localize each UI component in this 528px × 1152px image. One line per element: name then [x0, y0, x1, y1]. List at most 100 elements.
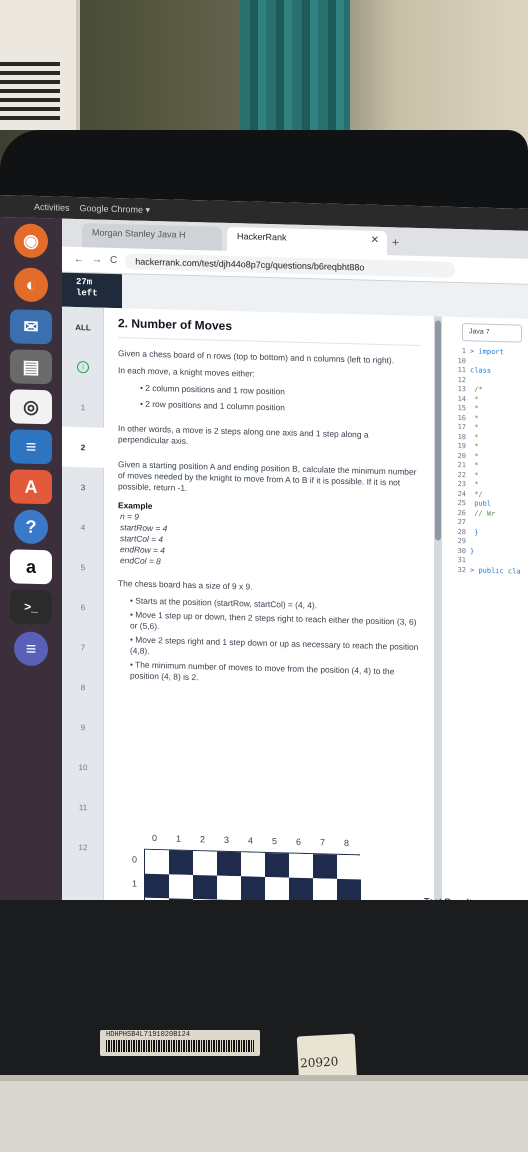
tab-morgan-stanley[interactable]: Morgan Stanley Java H — [82, 223, 222, 251]
code-text: * — [470, 423, 479, 432]
problem-statement: 2. Number of Moves Given a chess board o… — [104, 307, 434, 924]
column-label: 7 — [320, 837, 326, 848]
chrome-icon[interactable]: ◉ — [14, 223, 48, 259]
firefox-icon[interactable]: ◐ — [14, 267, 48, 303]
board-square — [193, 875, 217, 900]
board-square — [145, 873, 169, 899]
code-text: // Wr — [470, 508, 496, 518]
line-number: 32 — [457, 565, 466, 574]
question-nav-6[interactable]: 6 — [62, 587, 104, 628]
info-icon: i — [77, 361, 89, 374]
code-text: > import — [470, 347, 504, 357]
row-label: 1 — [132, 878, 138, 889]
writer-icon[interactable]: ≡ — [10, 429, 52, 465]
column-label: 6 — [296, 836, 302, 847]
software-center-icon[interactable]: A — [10, 469, 52, 505]
url-field[interactable]: hackerrank.com/test/djh44o8p7cg/question… — [125, 252, 456, 278]
board-square — [241, 852, 265, 877]
code-text: publ — [470, 499, 492, 508]
code-text: * — [470, 404, 479, 413]
board-square — [217, 875, 241, 901]
scrollbar-thumb[interactable] — [435, 320, 441, 541]
column-label: 3 — [224, 834, 230, 845]
board-size-text: The chess board has a size of 9 x 9. — [118, 578, 253, 592]
amazon-icon[interactable]: a — [10, 549, 52, 585]
explanation-list: • Starts at the position (startRow, star… — [130, 595, 420, 689]
question-nav-3[interactable]: 3 — [62, 467, 104, 508]
mail-icon[interactable]: ✉ — [10, 309, 52, 345]
board-square — [265, 876, 289, 902]
forward-icon[interactable]: → — [92, 254, 102, 265]
question-nav-info[interactable]: i — [62, 347, 104, 388]
back-icon[interactable]: ← — [74, 254, 84, 265]
problem-paragraph: Given a chess board of n rows (top to bo… — [118, 348, 395, 366]
column-label: 2 — [200, 834, 206, 845]
board-square — [145, 849, 169, 875]
app-dock: ◉ ◐ ✉ ▤ ◎ ≡ A ? a >_ ≡ — [0, 217, 62, 919]
code-line: 32 > public cla — [442, 565, 528, 577]
code-text: } — [470, 527, 479, 537]
serial-sticker: HDHPHSB4L7191020B124 — [100, 1030, 260, 1056]
question-nav-10[interactable]: 10 — [62, 747, 104, 788]
code-text: * — [470, 394, 479, 404]
problem-paragraph: In each move, a knight moves either: — [118, 365, 255, 379]
column-label: 5 — [272, 836, 278, 847]
question-nav-4[interactable]: 4 — [62, 507, 104, 548]
question-nav-7[interactable]: 7 — [62, 627, 104, 668]
board-square — [169, 874, 193, 900]
question-nav-12[interactable]: 12 — [62, 827, 104, 868]
activities-button[interactable]: Activities — [34, 202, 70, 213]
question-nav-8[interactable]: 8 — [62, 667, 104, 708]
close-icon[interactable]: ✕ — [371, 235, 379, 246]
code-text: * — [470, 480, 479, 489]
question-nav-11[interactable]: 11 — [62, 787, 104, 828]
board-square — [265, 852, 289, 878]
board-square — [193, 851, 217, 876]
music-icon[interactable]: ◎ — [10, 389, 52, 425]
code-editor[interactable]: Java 7 1 > import 10 11 class 12 13 /* 14 * 15 *… — [442, 316, 528, 924]
barcode — [106, 1040, 254, 1052]
question-nav-all[interactable]: ALL — [62, 307, 104, 348]
board-square — [217, 851, 241, 877]
knight-moves-list: • 2 column positions and 1 row position … — [140, 383, 420, 417]
tab-label: Morgan Stanley Java H — [92, 227, 186, 240]
code-lines[interactable]: 1 > import 10 11 class 12 13 /* 14 * 15 * 16 * 17 … — [442, 347, 528, 577]
question-navigator: ALL i 1 2 3 4 5 6 7 8 9 10 11 12 — [62, 306, 104, 918]
column-label: 0 — [152, 832, 158, 844]
app-icon[interactable]: ≡ — [14, 631, 48, 667]
board-square — [289, 853, 313, 879]
air-conditioner — [0, 0, 80, 130]
board-square — [313, 854, 337, 879]
panel-splitter[interactable] — [434, 316, 442, 924]
code-text: } — [470, 546, 475, 555]
help-icon[interactable]: ? — [14, 509, 48, 545]
column-label: 4 — [248, 835, 254, 846]
board-square — [241, 876, 265, 901]
terminal-icon[interactable]: >_ — [10, 589, 52, 625]
language-select[interactable]: Java 7 — [462, 323, 522, 343]
time-left: 27m left — [62, 272, 122, 309]
reload-icon[interactable]: C — [110, 255, 117, 266]
question-nav-9[interactable]: 9 — [62, 707, 104, 748]
code-text: */ — [470, 489, 483, 499]
row-label: 0 — [132, 854, 138, 865]
board-square — [289, 877, 313, 903]
list-item: • 2 row positions and 1 column position — [140, 398, 285, 413]
code-text: * — [470, 442, 479, 451]
board-square — [169, 850, 193, 876]
question-nav-5[interactable]: 5 — [62, 547, 104, 588]
browser-app-menu[interactable]: Google Chrome ▾ — [80, 203, 151, 216]
code-text: * — [470, 470, 479, 480]
code-text: * — [470, 451, 479, 461]
files-icon[interactable]: ▤ — [10, 349, 52, 385]
ac-vent — [0, 60, 60, 120]
code-text: * — [470, 461, 479, 470]
question-nav-2[interactable]: 2 — [62, 426, 104, 468]
tab-label: HackerRank — [237, 231, 287, 243]
problem-paragraph: In other words, a move is 2 steps along … — [118, 423, 369, 446]
serial-number: HDHPHSB4L7191020B124 — [106, 1031, 191, 1039]
code-text: > public cla — [470, 565, 521, 576]
question-nav-1[interactable]: 1 — [62, 387, 104, 428]
new-tab-button[interactable]: + — [392, 235, 399, 249]
code-text: * — [470, 432, 479, 442]
